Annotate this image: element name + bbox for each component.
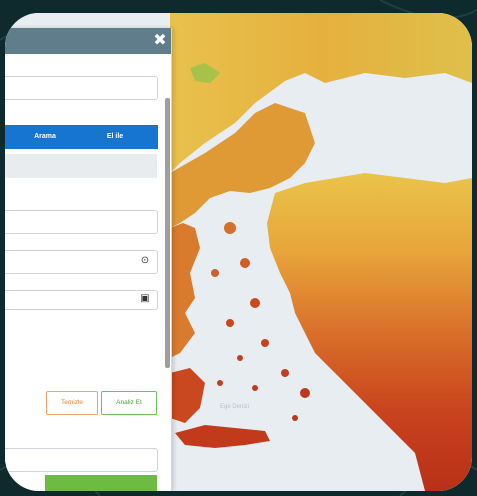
- island: [226, 319, 234, 327]
- date-field[interactable]: ▣: [5, 290, 158, 310]
- time-field[interactable]: ⊙: [5, 250, 158, 274]
- sea-label: Ege Denizi: [220, 404, 249, 410]
- clock-icon[interactable]: ⊙: [139, 255, 151, 267]
- scrollbar-thumb[interactable]: [165, 98, 170, 368]
- island: [217, 380, 223, 386]
- app-window: Ege Denizi ✖ Arama El ile ⊙ ▣ Temizle An…: [5, 13, 472, 491]
- analyze-button[interactable]: Analiz Et: [101, 391, 157, 415]
- island: [252, 385, 258, 391]
- island: [211, 269, 219, 277]
- panel-header: ✖: [5, 28, 171, 54]
- location-field[interactable]: [5, 76, 158, 100]
- mode-tabs: Arama El ile: [5, 125, 158, 149]
- tab-search[interactable]: Arama: [15, 125, 75, 149]
- island: [240, 258, 250, 268]
- island: [250, 298, 260, 308]
- island: [281, 369, 289, 377]
- close-icon[interactable]: ✖: [151, 31, 169, 49]
- island: [292, 415, 298, 421]
- island: [237, 355, 243, 361]
- island: [261, 339, 269, 347]
- calendar-icon[interactable]: ▣: [139, 293, 151, 305]
- name-field[interactable]: [5, 210, 158, 234]
- tab-manual[interactable]: El ile: [85, 125, 145, 149]
- reset-button[interactable]: Temizle: [46, 391, 98, 415]
- island: [224, 222, 236, 234]
- result-field[interactable]: [5, 448, 158, 472]
- submit-bar[interactable]: [45, 475, 157, 491]
- side-panel: ✖ Arama El ile ⊙ ▣ Temizle Analiz Et: [5, 28, 172, 491]
- info-bar: [5, 154, 157, 178]
- island: [300, 388, 310, 398]
